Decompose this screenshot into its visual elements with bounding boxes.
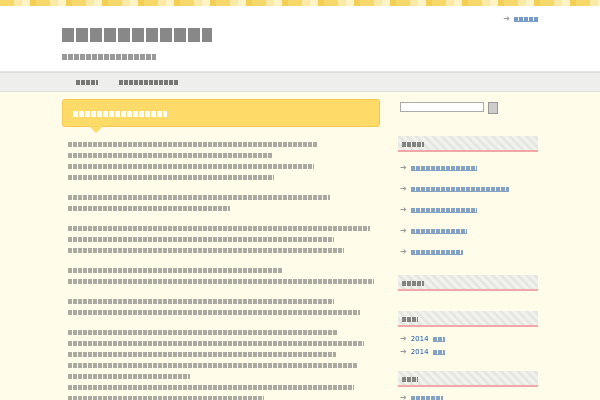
main-navigation <box>0 72 600 92</box>
archive-month-glyphs <box>432 336 445 342</box>
post-body <box>68 142 374 400</box>
nav-item-home[interactable] <box>76 80 98 85</box>
archive-month-glyphs <box>432 349 445 355</box>
post-title[interactable] <box>73 111 167 117</box>
post-line <box>68 195 330 200</box>
nav-item-page[interactable] <box>119 80 179 85</box>
arrow-right-icon: ➔ <box>503 14 510 23</box>
arrow-right-icon: ➔ <box>400 347 407 356</box>
post-line <box>68 279 374 284</box>
post-line <box>68 153 272 158</box>
post-line <box>68 341 364 346</box>
post-line <box>68 237 334 242</box>
archive-link-label[interactable]: 2014 <box>411 335 429 343</box>
category-link[interactable]: ➔ <box>400 394 443 400</box>
post-line <box>68 310 360 315</box>
recent-post-link[interactable]: ➔ <box>400 248 463 256</box>
arrow-right-icon: ➔ <box>400 226 407 235</box>
post-line <box>68 374 190 379</box>
arrow-right-icon: ➔ <box>400 247 407 256</box>
post-line <box>68 385 354 390</box>
post-line <box>68 175 274 180</box>
post-line <box>68 363 358 368</box>
recent-post-link[interactable]: ➔ <box>400 206 477 214</box>
widget-title-categories <box>398 371 538 387</box>
site-title[interactable] <box>62 28 212 42</box>
arrow-right-icon: ➔ <box>400 205 407 214</box>
arrow-right-icon: ➔ <box>400 393 407 400</box>
post-line <box>68 206 230 211</box>
widget-title-text <box>402 317 418 322</box>
recent-post-link-label[interactable] <box>410 228 467 234</box>
title-pointer <box>89 126 103 133</box>
search-form <box>400 102 498 114</box>
post-line <box>68 248 344 253</box>
post-line <box>68 268 282 273</box>
recent-post-link-label[interactable] <box>410 207 477 213</box>
recent-post-link[interactable]: ➔ <box>400 185 509 193</box>
post-line <box>68 164 314 169</box>
archive-link[interactable]: ➔ 2014 <box>400 335 445 343</box>
search-button[interactable] <box>488 102 498 114</box>
recent-post-link-label[interactable] <box>410 186 509 192</box>
recent-post-link[interactable]: ➔ <box>400 227 467 235</box>
site-header: ➔ <box>0 6 600 72</box>
arrow-right-icon: ➔ <box>400 163 407 172</box>
widget-title-recent-posts <box>398 136 538 152</box>
category-link-label[interactable] <box>410 395 443 400</box>
search-input[interactable] <box>400 102 484 112</box>
post-line <box>68 330 338 335</box>
recent-post-link-label[interactable] <box>410 165 477 171</box>
archive-link[interactable]: ➔ 2014 <box>400 348 445 356</box>
post-title-box <box>62 99 380 133</box>
top-link-label[interactable] <box>514 16 538 22</box>
arrow-right-icon: ➔ <box>400 184 407 193</box>
site-description <box>62 54 156 60</box>
arrow-right-icon: ➔ <box>400 334 407 343</box>
post-line <box>68 299 334 304</box>
post-line <box>68 226 370 231</box>
recent-post-link[interactable]: ➔ <box>400 164 477 172</box>
widget-title-text <box>402 377 418 382</box>
widget-title-text <box>402 281 424 286</box>
widget-title-archives <box>398 311 538 327</box>
widget-title-text <box>402 142 424 147</box>
archive-link-label[interactable]: 2014 <box>411 348 429 356</box>
widget-title-recent-comments <box>398 275 538 291</box>
post-line <box>68 142 318 147</box>
post-line <box>68 396 264 400</box>
top-link[interactable]: ➔ <box>503 15 538 23</box>
post-line <box>68 352 336 357</box>
recent-post-link-label[interactable] <box>410 249 463 255</box>
